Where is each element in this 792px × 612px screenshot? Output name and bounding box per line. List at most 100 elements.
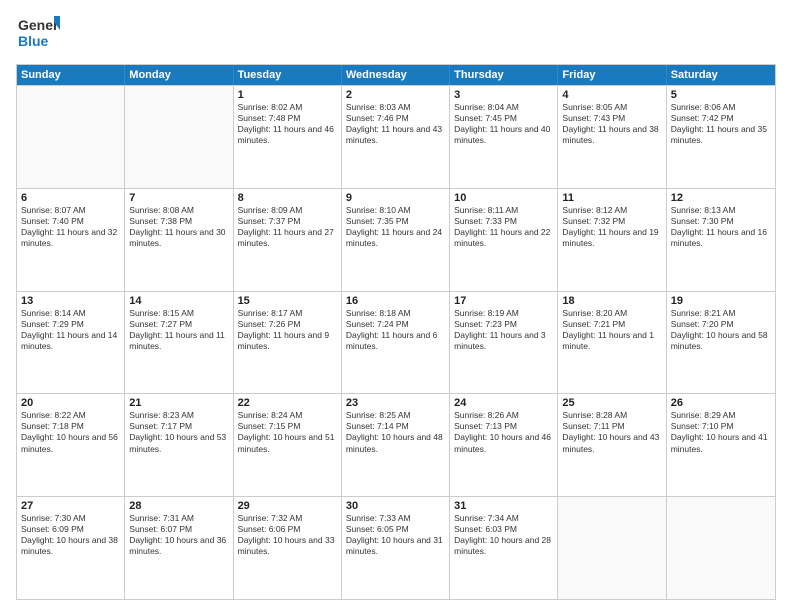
calendar-cell: 5Sunrise: 8:06 AM Sunset: 7:42 PM Daylig… xyxy=(667,86,775,188)
day-details: Sunrise: 7:31 AM Sunset: 6:07 PM Dayligh… xyxy=(129,513,228,557)
weekday-header-thursday: Thursday xyxy=(450,65,558,85)
day-number: 20 xyxy=(21,397,120,409)
day-details: Sunrise: 8:24 AM Sunset: 7:15 PM Dayligh… xyxy=(238,410,337,454)
day-number: 9 xyxy=(346,192,445,204)
day-number: 27 xyxy=(21,500,120,512)
day-number: 18 xyxy=(562,295,661,307)
svg-text:Blue: Blue xyxy=(18,33,49,49)
day-number: 15 xyxy=(238,295,337,307)
day-number: 23 xyxy=(346,397,445,409)
day-details: Sunrise: 8:14 AM Sunset: 7:29 PM Dayligh… xyxy=(21,308,120,352)
calendar-cell: 23Sunrise: 8:25 AM Sunset: 7:14 PM Dayli… xyxy=(342,394,450,496)
day-details: Sunrise: 8:10 AM Sunset: 7:35 PM Dayligh… xyxy=(346,205,445,249)
calendar-cell: 24Sunrise: 8:26 AM Sunset: 7:13 PM Dayli… xyxy=(450,394,558,496)
day-details: Sunrise: 7:30 AM Sunset: 6:09 PM Dayligh… xyxy=(21,513,120,557)
calendar-cell: 6Sunrise: 8:07 AM Sunset: 7:40 PM Daylig… xyxy=(17,189,125,291)
page: General Blue SundayMondayTuesdayWednesda… xyxy=(0,0,792,612)
day-number: 4 xyxy=(562,89,661,101)
calendar-cell: 13Sunrise: 8:14 AM Sunset: 7:29 PM Dayli… xyxy=(17,292,125,394)
weekday-header-tuesday: Tuesday xyxy=(234,65,342,85)
weekday-header-friday: Friday xyxy=(558,65,666,85)
day-details: Sunrise: 8:20 AM Sunset: 7:21 PM Dayligh… xyxy=(562,308,661,352)
day-number: 3 xyxy=(454,89,553,101)
day-details: Sunrise: 8:29 AM Sunset: 7:10 PM Dayligh… xyxy=(671,410,771,454)
day-number: 7 xyxy=(129,192,228,204)
day-details: Sunrise: 8:26 AM Sunset: 7:13 PM Dayligh… xyxy=(454,410,553,454)
calendar-cell: 2Sunrise: 8:03 AM Sunset: 7:46 PM Daylig… xyxy=(342,86,450,188)
calendar-cell: 3Sunrise: 8:04 AM Sunset: 7:45 PM Daylig… xyxy=(450,86,558,188)
day-details: Sunrise: 8:28 AM Sunset: 7:11 PM Dayligh… xyxy=(562,410,661,454)
calendar-cell: 25Sunrise: 8:28 AM Sunset: 7:11 PM Dayli… xyxy=(558,394,666,496)
day-details: Sunrise: 8:19 AM Sunset: 7:23 PM Dayligh… xyxy=(454,308,553,352)
day-details: Sunrise: 8:09 AM Sunset: 7:37 PM Dayligh… xyxy=(238,205,337,249)
day-details: Sunrise: 8:25 AM Sunset: 7:14 PM Dayligh… xyxy=(346,410,445,454)
weekday-header-monday: Monday xyxy=(125,65,233,85)
logo-svg: General Blue xyxy=(16,12,60,56)
calendar-cell xyxy=(558,497,666,599)
day-details: Sunrise: 8:07 AM Sunset: 7:40 PM Dayligh… xyxy=(21,205,120,249)
day-details: Sunrise: 8:15 AM Sunset: 7:27 PM Dayligh… xyxy=(129,308,228,352)
day-details: Sunrise: 8:23 AM Sunset: 7:17 PM Dayligh… xyxy=(129,410,228,454)
calendar-cell: 26Sunrise: 8:29 AM Sunset: 7:10 PM Dayli… xyxy=(667,394,775,496)
calendar-cell: 28Sunrise: 7:31 AM Sunset: 6:07 PM Dayli… xyxy=(125,497,233,599)
calendar-cell: 19Sunrise: 8:21 AM Sunset: 7:20 PM Dayli… xyxy=(667,292,775,394)
calendar-cell xyxy=(125,86,233,188)
calendar-cell: 16Sunrise: 8:18 AM Sunset: 7:24 PM Dayli… xyxy=(342,292,450,394)
day-number: 29 xyxy=(238,500,337,512)
calendar-cell: 7Sunrise: 8:08 AM Sunset: 7:38 PM Daylig… xyxy=(125,189,233,291)
day-details: Sunrise: 8:05 AM Sunset: 7:43 PM Dayligh… xyxy=(562,102,661,146)
calendar-cell: 29Sunrise: 7:32 AM Sunset: 6:06 PM Dayli… xyxy=(234,497,342,599)
calendar: SundayMondayTuesdayWednesdayThursdayFrid… xyxy=(16,64,776,600)
day-number: 25 xyxy=(562,397,661,409)
day-details: Sunrise: 8:08 AM Sunset: 7:38 PM Dayligh… xyxy=(129,205,228,249)
calendar-cell: 8Sunrise: 8:09 AM Sunset: 7:37 PM Daylig… xyxy=(234,189,342,291)
day-details: Sunrise: 8:04 AM Sunset: 7:45 PM Dayligh… xyxy=(454,102,553,146)
day-details: Sunrise: 8:02 AM Sunset: 7:48 PM Dayligh… xyxy=(238,102,337,146)
calendar-row-4: 20Sunrise: 8:22 AM Sunset: 7:18 PM Dayli… xyxy=(17,393,775,496)
day-number: 13 xyxy=(21,295,120,307)
day-details: Sunrise: 8:17 AM Sunset: 7:26 PM Dayligh… xyxy=(238,308,337,352)
calendar-header: SundayMondayTuesdayWednesdayThursdayFrid… xyxy=(17,65,775,85)
calendar-cell: 31Sunrise: 7:34 AM Sunset: 6:03 PM Dayli… xyxy=(450,497,558,599)
svg-text:General: General xyxy=(18,17,60,33)
calendar-cell: 27Sunrise: 7:30 AM Sunset: 6:09 PM Dayli… xyxy=(17,497,125,599)
header: General Blue xyxy=(16,12,776,56)
day-details: Sunrise: 7:32 AM Sunset: 6:06 PM Dayligh… xyxy=(238,513,337,557)
logo: General Blue xyxy=(16,12,60,56)
day-number: 8 xyxy=(238,192,337,204)
calendar-cell: 21Sunrise: 8:23 AM Sunset: 7:17 PM Dayli… xyxy=(125,394,233,496)
calendar-row-3: 13Sunrise: 8:14 AM Sunset: 7:29 PM Dayli… xyxy=(17,291,775,394)
calendar-cell: 1Sunrise: 8:02 AM Sunset: 7:48 PM Daylig… xyxy=(234,86,342,188)
calendar-cell: 10Sunrise: 8:11 AM Sunset: 7:33 PM Dayli… xyxy=(450,189,558,291)
day-details: Sunrise: 7:33 AM Sunset: 6:05 PM Dayligh… xyxy=(346,513,445,557)
day-number: 24 xyxy=(454,397,553,409)
day-number: 28 xyxy=(129,500,228,512)
day-number: 2 xyxy=(346,89,445,101)
calendar-cell: 12Sunrise: 8:13 AM Sunset: 7:30 PM Dayli… xyxy=(667,189,775,291)
weekday-header-saturday: Saturday xyxy=(667,65,775,85)
calendar-row-5: 27Sunrise: 7:30 AM Sunset: 6:09 PM Dayli… xyxy=(17,496,775,599)
calendar-cell: 30Sunrise: 7:33 AM Sunset: 6:05 PM Dayli… xyxy=(342,497,450,599)
calendar-cell: 18Sunrise: 8:20 AM Sunset: 7:21 PM Dayli… xyxy=(558,292,666,394)
calendar-row-2: 6Sunrise: 8:07 AM Sunset: 7:40 PM Daylig… xyxy=(17,188,775,291)
weekday-header-sunday: Sunday xyxy=(17,65,125,85)
day-number: 12 xyxy=(671,192,771,204)
day-details: Sunrise: 8:22 AM Sunset: 7:18 PM Dayligh… xyxy=(21,410,120,454)
calendar-row-1: 1Sunrise: 8:02 AM Sunset: 7:48 PM Daylig… xyxy=(17,85,775,188)
day-details: Sunrise: 8:21 AM Sunset: 7:20 PM Dayligh… xyxy=(671,308,771,352)
day-details: Sunrise: 8:03 AM Sunset: 7:46 PM Dayligh… xyxy=(346,102,445,146)
day-number: 14 xyxy=(129,295,228,307)
day-number: 6 xyxy=(21,192,120,204)
day-details: Sunrise: 7:34 AM Sunset: 6:03 PM Dayligh… xyxy=(454,513,553,557)
day-number: 22 xyxy=(238,397,337,409)
calendar-cell xyxy=(667,497,775,599)
day-details: Sunrise: 8:11 AM Sunset: 7:33 PM Dayligh… xyxy=(454,205,553,249)
day-number: 31 xyxy=(454,500,553,512)
day-details: Sunrise: 8:06 AM Sunset: 7:42 PM Dayligh… xyxy=(671,102,771,146)
day-number: 17 xyxy=(454,295,553,307)
calendar-cell: 22Sunrise: 8:24 AM Sunset: 7:15 PM Dayli… xyxy=(234,394,342,496)
day-number: 16 xyxy=(346,295,445,307)
calendar-cell: 4Sunrise: 8:05 AM Sunset: 7:43 PM Daylig… xyxy=(558,86,666,188)
day-number: 19 xyxy=(671,295,771,307)
day-details: Sunrise: 8:13 AM Sunset: 7:30 PM Dayligh… xyxy=(671,205,771,249)
